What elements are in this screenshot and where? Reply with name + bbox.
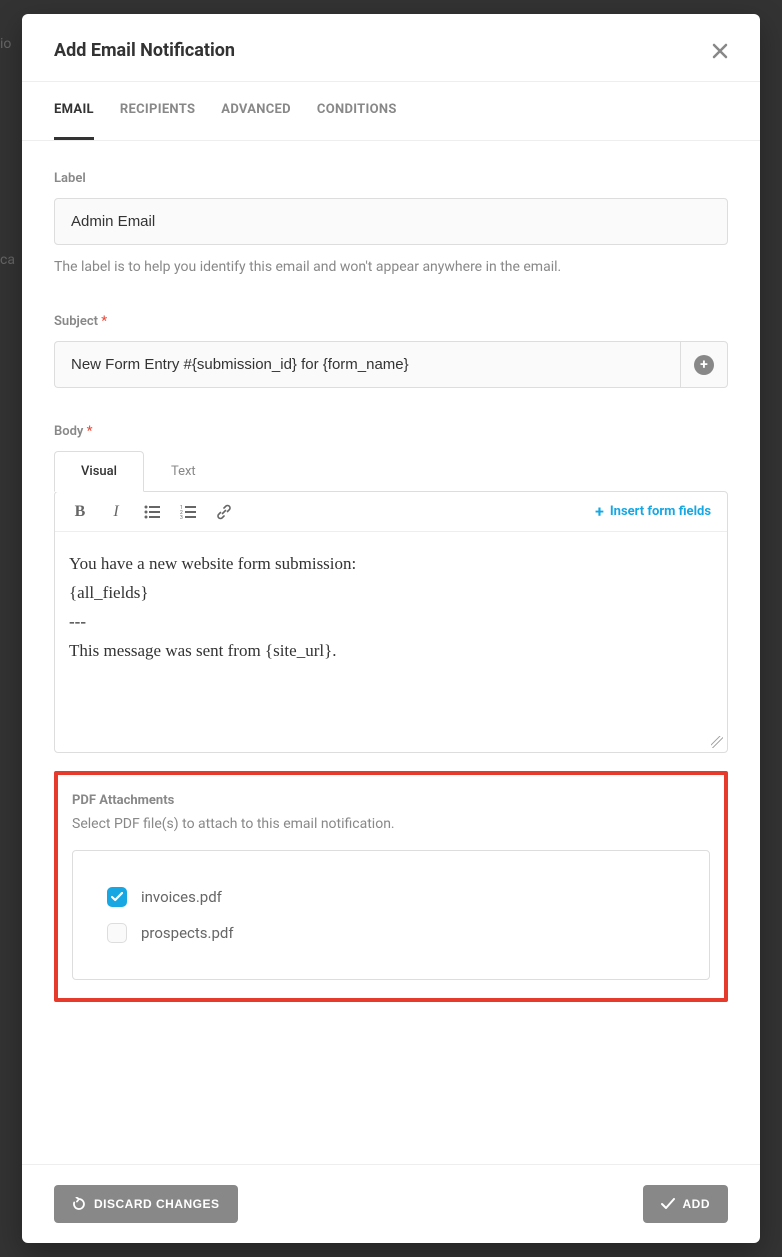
pdf-item-label: invoices.pdf [141, 888, 222, 906]
close-button[interactable] [712, 43, 728, 59]
pdf-list: invoices.pdf prospects.pdf [72, 850, 710, 980]
editor: B I 123 + Insert form fields [54, 491, 728, 753]
subject-label-text: Subject [54, 314, 98, 329]
subject-insert-token-button[interactable]: + [680, 341, 728, 388]
body-field-label: Body * [54, 424, 728, 439]
subject-input[interactable] [54, 341, 680, 388]
body-line: {all_fields} [69, 579, 713, 608]
tab-advanced[interactable]: ADVANCED [221, 82, 291, 140]
label-field-block: Label The label is to help you identify … [54, 171, 728, 278]
pdf-item-label: prospects.pdf [141, 924, 234, 942]
discard-changes-button[interactable]: DISCARD CHANGES [54, 1185, 238, 1223]
undo-icon [72, 1197, 86, 1211]
pdf-attachments-highlight: PDF Attachments Select PDF file(s) to at… [54, 771, 728, 1002]
label-helper: The label is to help you identify this e… [54, 257, 728, 278]
pdf-section-title: PDF Attachments [72, 793, 710, 808]
checkbox-unchecked[interactable] [107, 923, 127, 943]
body-line: --- [69, 608, 713, 637]
add-button[interactable]: ADD [643, 1185, 729, 1223]
italic-button[interactable]: I [107, 503, 125, 521]
editor-toolbar: B I 123 + Insert form fields [55, 492, 727, 532]
resize-handle[interactable] [711, 736, 723, 748]
pdf-item-invoices[interactable]: invoices.pdf [107, 879, 675, 915]
editor-tab-visual[interactable]: Visual [54, 451, 144, 492]
ordered-list-button[interactable]: 123 [179, 503, 197, 521]
insert-fields-label: Insert form fields [610, 504, 711, 519]
required-indicator: * [87, 424, 93, 439]
modal-title: Add Email Notification [54, 40, 235, 61]
pdf-item-prospects[interactable]: prospects.pdf [107, 915, 675, 951]
insert-form-fields-button[interactable]: + Insert form fields [595, 502, 711, 521]
editor-tab-text[interactable]: Text [144, 451, 223, 492]
subject-field-block: Subject * + [54, 314, 728, 388]
tab-conditions[interactable]: CONDITIONS [317, 82, 397, 140]
checkbox-checked[interactable] [107, 887, 127, 907]
label-field-label: Label [54, 171, 728, 186]
bold-button[interactable]: B [71, 503, 89, 521]
svg-text:3: 3 [180, 515, 183, 519]
add-label: ADD [683, 1197, 711, 1211]
body-field-block: Body * Visual Text B I 123 [54, 424, 728, 753]
bullet-list-button[interactable] [143, 503, 161, 521]
plus-icon: + [595, 502, 604, 521]
tab-recipients[interactable]: RECIPIENTS [120, 82, 195, 140]
modal-content: Label The label is to help you identify … [22, 141, 760, 1164]
modal-header: Add Email Notification [22, 14, 760, 81]
tab-email[interactable]: EMAIL [54, 82, 94, 140]
body-line: This message was sent from {site_url}. [69, 637, 713, 666]
body-label-text: Body [54, 424, 83, 439]
discard-label: DISCARD CHANGES [94, 1197, 220, 1211]
label-input[interactable] [54, 198, 728, 245]
editor-mode-tabs: Visual Text [54, 451, 728, 492]
plus-icon: + [694, 355, 714, 375]
editor-body[interactable]: You have a new website form submission: … [55, 532, 727, 752]
pdf-section-subtitle: Select PDF file(s) to attach to this ema… [72, 816, 710, 832]
modal-footer: DISCARD CHANGES ADD [22, 1164, 760, 1243]
check-icon [661, 1198, 675, 1210]
body-line: You have a new website form submission: [69, 550, 713, 579]
add-email-notification-modal: Add Email Notification EMAIL RECIPIENTS … [22, 14, 760, 1243]
required-indicator: * [101, 314, 107, 329]
link-button[interactable] [215, 503, 233, 521]
tab-list: EMAIL RECIPIENTS ADVANCED CONDITIONS [22, 81, 760, 141]
subject-field-label: Subject * [54, 314, 728, 329]
